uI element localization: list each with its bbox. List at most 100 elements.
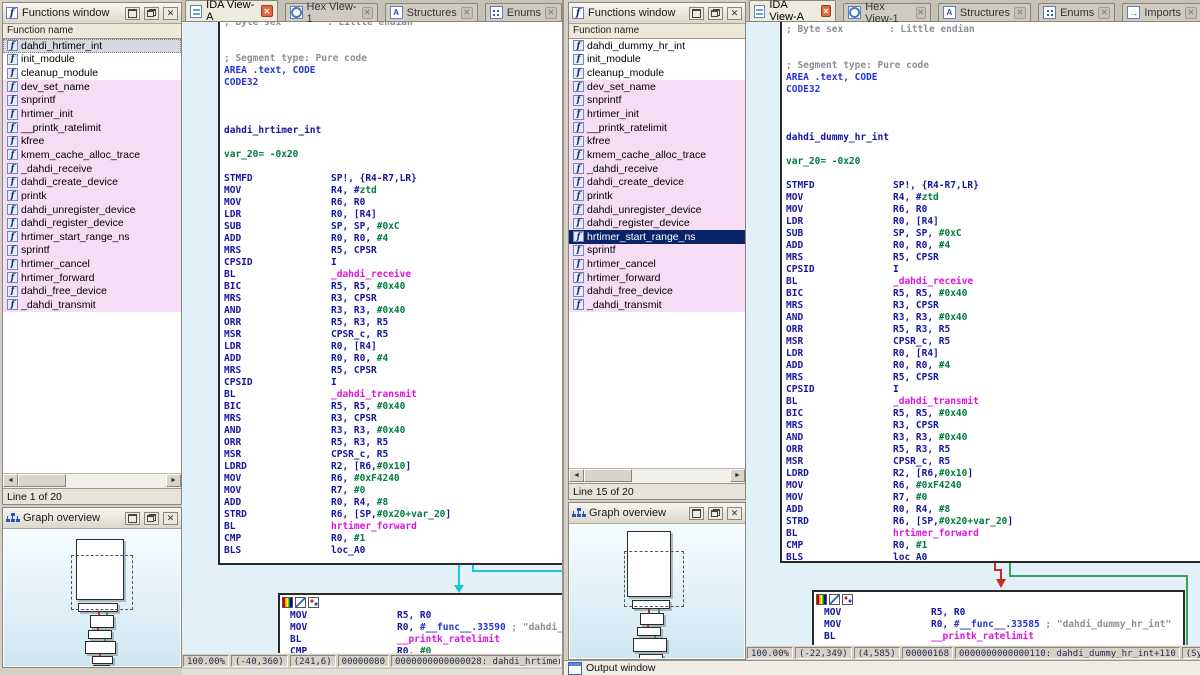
function-row[interactable]: fdahdi_unregister_device	[3, 203, 181, 217]
node-edit-icon[interactable]	[829, 594, 840, 605]
disassembly-line[interactable]: BICR5, R5, #0x40	[224, 281, 451, 293]
graph-view-canvas[interactable]: ; Byte sex : Little endian; Segment type…	[182, 22, 562, 653]
disassembly-line[interactable]: MRSR5, CPSR	[786, 372, 1013, 384]
function-row[interactable]: fdahdi_hrtimer_int	[3, 39, 181, 53]
function-row[interactable]: fhrtimer_forward	[3, 271, 181, 285]
tab-ida-view-a[interactable]: IDA View-A✕	[185, 0, 278, 21]
tab-enums[interactable]: Enums✕	[485, 3, 562, 21]
function-row[interactable]: fprintk	[3, 189, 181, 203]
function-row[interactable]: f_dahdi_receive	[569, 162, 745, 176]
functions-window-titlebar[interactable]: f Functions window ✕	[569, 3, 745, 24]
function-row[interactable]: fhrtimer_init	[3, 107, 181, 121]
tab-close-icon[interactable]: ✕	[821, 5, 832, 17]
disassembly-line[interactable]: ; Segment type: Pure code	[224, 53, 451, 65]
scroll-left-icon[interactable]: ◄	[3, 474, 18, 487]
disassembly-line[interactable]	[224, 161, 451, 173]
disassembly-line[interactable]: BICR5, R5, #0x40	[786, 288, 1013, 300]
disassembly-line[interactable]: CMPR0, #1	[786, 540, 1013, 552]
graph-node[interactable]: ; Byte sex : Little endian; Segment type…	[780, 22, 1200, 563]
float-button[interactable]	[708, 507, 723, 520]
graph-overview-minimap[interactable]	[570, 524, 744, 658]
disassembly-line[interactable]: SUBSP, SP, #0xC	[786, 228, 1013, 240]
disassembly-line[interactable]: BLSloc_A0	[224, 545, 451, 557]
disassembly-line[interactable]	[224, 41, 451, 53]
function-row[interactable]: fdahdi_create_device	[3, 175, 181, 189]
disassembly-line[interactable]: ANDR3, R3, #0x40	[786, 312, 1013, 324]
disassembly-line[interactable]: ORRR5, R3, R5	[224, 317, 451, 329]
disassembly-line[interactable]: MRSR3, CPSR	[224, 293, 451, 305]
graph-view-canvas[interactable]: ; Byte sex : Little endian; Segment type…	[746, 22, 1200, 645]
tab-close-icon[interactable]: ✕	[1185, 7, 1197, 19]
function-row[interactable]: fsnprintf	[569, 94, 745, 108]
disassembly-line[interactable]: LDRR0, [R4]	[786, 216, 1013, 228]
disassembly-line[interactable]	[786, 96, 1013, 108]
disassembly-line[interactable]: MRSR3, CPSR	[786, 300, 1013, 312]
tab-close-icon[interactable]: ✕	[916, 7, 926, 19]
function-row[interactable]: f__printk_ratelimit	[3, 121, 181, 135]
function-row[interactable]: f_dahdi_receive	[3, 162, 181, 176]
disassembly-line[interactable]: BLhrtimer_forward	[786, 528, 1013, 540]
disassembly-line[interactable]: BL__printk_ratelimit	[290, 634, 562, 646]
disassembly-line[interactable]: ADDR0, R0, #4	[224, 233, 451, 245]
disassembly-line[interactable]: BLSloc_A0	[786, 552, 1013, 563]
graph-node[interactable]: MOVR5, R0MOVR0, #__func__.33585 ; "dahdi…	[812, 590, 1185, 645]
disassembly-line[interactable]: STRDR6, [SP,#0x20+var_20]	[224, 509, 451, 521]
disassembly-line[interactable]: MRSR5, CPSR	[786, 252, 1013, 264]
disassembly-view[interactable]: MOVR5, R0MOVR0, #__func__.33585 ; "dahdi…	[824, 607, 1171, 643]
disassembly-line[interactable]	[786, 144, 1013, 156]
function-row[interactable]: fkmem_cache_alloc_trace	[569, 148, 745, 162]
graph-node[interactable]: MOVR5, R0MOVR0, #__func__.33590 ; "dahdi…	[278, 593, 562, 653]
function-row[interactable]: fhrtimer_cancel	[3, 257, 181, 271]
disassembly-line[interactable]	[786, 120, 1013, 132]
tab-hex-view-1[interactable]: Hex View-1✕	[285, 3, 378, 21]
node-color-icon[interactable]	[282, 597, 293, 608]
tab-ida-view-a[interactable]: IDA View-A✕	[749, 0, 836, 21]
disassembly-line[interactable]: BL_dahdi_transmit	[224, 389, 451, 401]
minimap-viewport[interactable]	[624, 551, 684, 607]
disassembly-line[interactable]: MSRCPSR_c, R5	[224, 449, 451, 461]
function-row[interactable]: fdahdi_register_device	[3, 216, 181, 230]
disassembly-line[interactable]: ADDR0, R4, #8	[786, 504, 1013, 516]
disassembly-line[interactable]: MOVR6, #0xF4240	[224, 473, 451, 485]
disassembly-line[interactable]: var_20= -0x20	[224, 149, 451, 161]
maximize-button[interactable]	[125, 7, 140, 20]
disassembly-line[interactable]: STRDR6, [SP,#0x20+var_20]	[786, 516, 1013, 528]
disassembly-line[interactable]: MOVR5, R0	[290, 610, 562, 622]
disassembly-line[interactable]: MRSR5, CPSR	[224, 245, 451, 257]
tab-close-icon[interactable]: ✕	[362, 7, 373, 19]
scroll-left-icon[interactable]: ◄	[569, 469, 584, 482]
disassembly-line[interactable]: MOVR7, #0	[786, 492, 1013, 504]
maximize-button[interactable]	[689, 507, 704, 520]
disassembly-line[interactable]: CODE32	[786, 84, 1013, 96]
disassembly-line[interactable]: MOVR7, #0	[224, 485, 451, 497]
disassembly-line[interactable]: BL__printk_ratelimit	[824, 631, 1171, 643]
disassembly-line[interactable]: ORRR5, R3, R5	[786, 444, 1013, 456]
function-row[interactable]: fdev_set_name	[3, 80, 181, 94]
tab-structures[interactable]: AStructures✕	[938, 3, 1031, 21]
disassembly-line[interactable]: MRSR3, CPSR	[786, 420, 1013, 432]
disassembly-line[interactable]: BICR5, R5, #0x40	[786, 408, 1013, 420]
disassembly-line[interactable]: BICR5, R5, #0x40	[224, 401, 451, 413]
node-frame-icon[interactable]	[842, 594, 853, 605]
disassembly-line[interactable]	[786, 108, 1013, 120]
node-color-icon[interactable]	[816, 594, 827, 605]
disassembly-line[interactable]: dahdi_dummy_hr_int	[786, 132, 1013, 144]
disassembly-line[interactable]	[224, 89, 451, 101]
disassembly-line[interactable]: MSRCPSR_c, R5	[786, 336, 1013, 348]
float-button[interactable]	[144, 7, 159, 20]
disassembly-line[interactable]: CPSIDI	[224, 257, 451, 269]
disassembly-line[interactable]: STMFDSP!, {R4-R7,LR}	[224, 173, 451, 185]
disassembly-line[interactable]: MOVR6, R0	[786, 204, 1013, 216]
horizontal-scrollbar[interactable]: ◄ ►	[569, 468, 745, 483]
disassembly-line[interactable]: LDRR0, [R4]	[224, 341, 451, 353]
function-row[interactable]: fhrtimer_init	[569, 107, 745, 121]
function-row[interactable]: fsprintf	[3, 244, 181, 258]
scroll-right-icon[interactable]: ►	[166, 474, 181, 487]
disassembly-line[interactable]: MOVR5, R0	[824, 607, 1171, 619]
disassembly-line[interactable]	[224, 29, 451, 41]
close-icon[interactable]: ✕	[163, 7, 178, 20]
function-row[interactable]: fdahdi_free_device	[569, 285, 745, 299]
tab-close-icon[interactable]: ✕	[461, 7, 473, 19]
function-row[interactable]: f__printk_ratelimit	[569, 121, 745, 135]
disassembly-line[interactable]: BL_dahdi_receive	[224, 269, 451, 281]
